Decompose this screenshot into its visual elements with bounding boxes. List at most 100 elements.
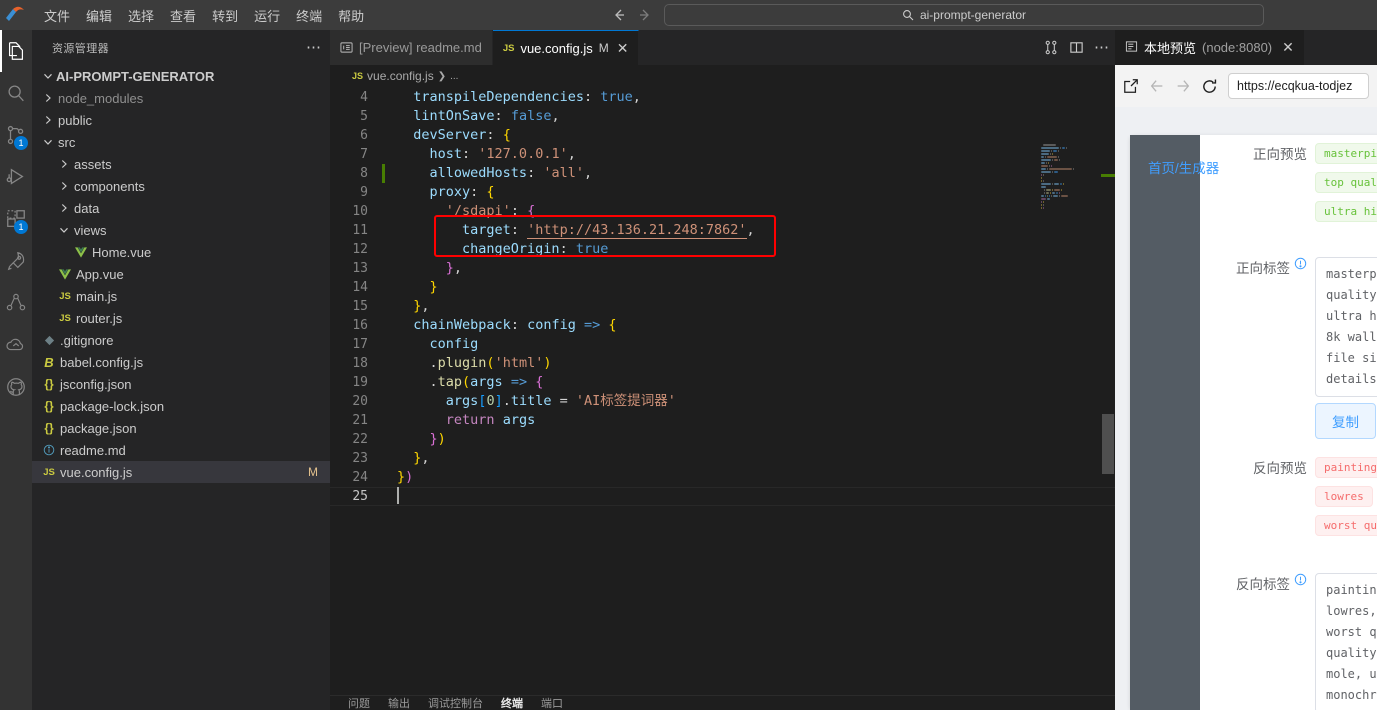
code-line-10: 10 '/sdapi': {: [330, 202, 1115, 221]
menu-item-6[interactable]: 终端: [288, 3, 330, 28]
activitybar-share[interactable]: [0, 282, 32, 324]
tree-item-label: package.json: [60, 420, 137, 436]
ellipsis-icon[interactable]: ⋯: [306, 40, 322, 55]
tree-item-node-modules[interactable]: node_modules: [32, 87, 330, 109]
activitybar-cloud[interactable]: [0, 324, 32, 366]
chevron-right-icon: ❯: [437, 70, 447, 82]
preview-tab-sublabel: (node:8080): [1202, 40, 1273, 55]
preview-side-column: [1130, 135, 1200, 710]
tree-item-views[interactable]: views: [32, 219, 330, 241]
search-icon: [902, 9, 914, 21]
split-editor-icon[interactable]: [1069, 40, 1084, 55]
command-center[interactable]: ai-prompt-generator: [664, 4, 1264, 26]
preview-tag[interactable]: lowres: [1315, 486, 1373, 507]
preview-tag[interactable]: top quality: [1315, 172, 1377, 193]
positive-tags-textarea[interactable]: masterpiece, quality, ultra hig 8k wallp…: [1315, 257, 1377, 397]
panel-tab-2[interactable]: 调试控制台: [428, 696, 483, 710]
tree-item-public[interactable]: public: [32, 109, 330, 131]
menu-item-1[interactable]: 编辑: [78, 3, 120, 28]
activitybar-source-control[interactable]: 1: [0, 114, 32, 156]
tab-readme-preview[interactable]: [Preview] readme.md: [330, 30, 493, 65]
tree-item-main-js[interactable]: JS main.js: [32, 285, 330, 307]
preview-tag[interactable]: masterpiece: [1315, 143, 1377, 164]
minimap[interactable]: [1041, 144, 1101, 710]
explorer-root-folder[interactable]: AI-PROMPT-GENERATOR: [32, 65, 330, 87]
tree-item-app-vue[interactable]: App.vue: [32, 263, 330, 285]
more-actions-icon[interactable]: ⋯: [1094, 40, 1109, 55]
preview-tag[interactable]: worst quality: [1315, 515, 1377, 536]
preview-toolbar: https://ecqkua-todjez: [1115, 65, 1377, 107]
minimap-line: [1041, 201, 1101, 203]
gutter-change-marker: [382, 430, 385, 449]
split-diff-icon[interactable]: [1044, 40, 1059, 55]
line-number: 23: [352, 451, 368, 466]
menu-item-5[interactable]: 运行: [246, 3, 288, 28]
editor-scroll-thumb[interactable]: [1102, 414, 1114, 474]
reload-icon[interactable]: [1201, 78, 1218, 95]
menu-item-0[interactable]: 文件: [36, 3, 78, 28]
bottom-panel: 问题 输出 调试控制台 终端 端口: [330, 695, 1115, 710]
activitybar-run-and-debug[interactable]: [0, 156, 32, 198]
tree-item-label: src: [58, 134, 76, 150]
close-icon[interactable]: ✕: [617, 40, 629, 57]
preview-tag[interactable]: ultra high res: [1315, 201, 1377, 222]
gutter-change-marker: [382, 164, 385, 183]
tree-item-src[interactable]: src: [32, 131, 330, 153]
menu-item-4[interactable]: 转到: [204, 3, 246, 28]
panel-tab-3[interactable]: 终端: [501, 696, 523, 710]
tree-item-jsconfig-json[interactable]: {} jsconfig.json: [32, 373, 330, 395]
tree-item-package-lock-json[interactable]: {} package-lock.json: [32, 395, 330, 417]
preview-forward-icon[interactable]: [1175, 78, 1191, 94]
tree-item-components[interactable]: components: [32, 175, 330, 197]
activitybar-github[interactable]: [0, 366, 32, 408]
close-icon[interactable]: ✕: [1282, 39, 1294, 56]
tree-item--gitignore[interactable]: .gitignore: [32, 329, 330, 351]
breadcrumb-more[interactable]: ...: [450, 71, 458, 82]
info-icon[interactable]: [1294, 573, 1307, 589]
activitybar-search[interactable]: [0, 72, 32, 114]
tree-item-assets[interactable]: assets: [32, 153, 330, 175]
negative-tags-textarea[interactable]: paintings lowres, n worst qua quality, m…: [1315, 573, 1377, 710]
tree-item-vue-config-js[interactable]: JS vue.config.js M: [32, 461, 330, 483]
panel-tab-4[interactable]: 端口: [541, 696, 563, 710]
forward-icon[interactable]: [634, 4, 656, 26]
tree-item-router-js[interactable]: JS router.js: [32, 307, 330, 329]
minimap-line: [1041, 153, 1101, 155]
breadcrumb-file[interactable]: vue.config.js: [367, 69, 434, 83]
preview-panel-icon: [1125, 40, 1138, 56]
tree-item-package-json[interactable]: {} package.json: [32, 417, 330, 439]
panel-tab-1[interactable]: 输出: [388, 696, 410, 710]
activitybar-explorer[interactable]: [0, 30, 32, 72]
menu-item-3[interactable]: 查看: [162, 3, 204, 28]
preview-url-input[interactable]: https://ecqkua-todjez: [1228, 73, 1369, 99]
editor-scrollbar[interactable]: [1101, 144, 1115, 710]
menu-item-2[interactable]: 选择: [120, 3, 162, 28]
panel-tab-0[interactable]: 问题: [348, 696, 370, 710]
tree-item-data[interactable]: data: [32, 197, 330, 219]
row-label-text: 正向预览: [1253, 147, 1307, 162]
tab-vue-config[interactable]: JS vue.config.js M ✕: [492, 30, 640, 65]
json-file-icon: {}: [44, 377, 54, 391]
open-external-icon[interactable]: [1123, 78, 1139, 94]
info-icon[interactable]: [1294, 257, 1307, 273]
tree-item-babel-config-js[interactable]: Bbabel.config.js: [32, 351, 330, 373]
tab-local-preview[interactable]: 本地预览 (node:8080) ✕: [1115, 30, 1304, 65]
tree-item-label: vue.config.js: [60, 464, 133, 480]
activitybar-launch[interactable]: [0, 240, 32, 282]
explorer-root-label: AI-PROMPT-GENERATOR: [56, 68, 215, 84]
activitybar-extensions[interactable]: 1: [0, 198, 32, 240]
menu-item-7[interactable]: 帮助: [330, 3, 372, 28]
copy-button[interactable]: 复制: [1315, 403, 1376, 439]
js-file-icon: JS: [59, 290, 71, 302]
minimap-line: [1041, 183, 1101, 185]
preview-tag[interactable]: paintings: [1315, 457, 1377, 478]
code-editor[interactable]: 3 publicPath: '/',4 transpileDependencie…: [330, 87, 1115, 710]
gutter-change-marker: [382, 354, 385, 373]
tree-item-label: node_modules: [58, 90, 144, 106]
tree-item-readme-md[interactable]: readme.md: [32, 439, 330, 461]
tree-item-label: babel.config.js: [60, 354, 144, 370]
back-icon[interactable]: [608, 4, 630, 26]
preview-back-icon[interactable]: [1149, 78, 1165, 94]
tree-item-home-vue[interactable]: Home.vue: [32, 241, 330, 263]
code-line-text: }): [429, 431, 446, 447]
